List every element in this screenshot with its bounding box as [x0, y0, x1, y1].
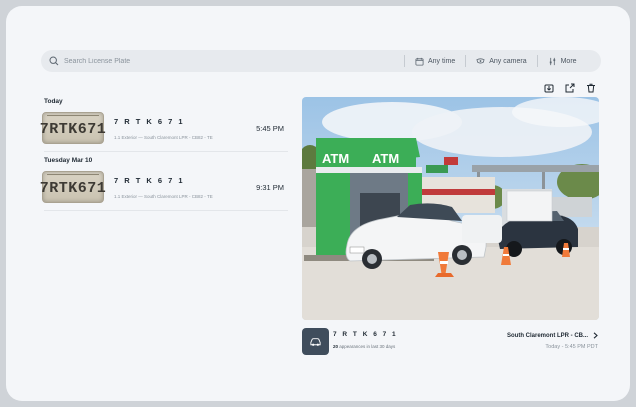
search-icon: [49, 56, 59, 66]
day-label-today: Today: [44, 98, 63, 105]
detail-plate: 7 R T K 6 7 1: [333, 331, 398, 338]
divider: [44, 210, 288, 211]
event-plate: 7 R T K 6 7 1: [114, 116, 185, 126]
download-button[interactable]: [543, 82, 554, 93]
more-filter-label: More: [560, 57, 577, 65]
time-filter[interactable]: Any time: [404, 55, 465, 67]
event-row[interactable]: 7RTK671 7 R T K 6 7 1 1.1 Exterior — Sou…: [39, 168, 288, 206]
camera-filter-label: Any camera: [489, 57, 527, 65]
share-icon: [565, 83, 574, 92]
sliders-icon: [549, 57, 555, 65]
appearance-count: 20 appearances in last 30 days: [333, 344, 395, 349]
car-icon: [310, 338, 321, 346]
plate-thumbnail-text: 7RTK671: [39, 121, 107, 138]
event-plate: 7 R T K 6 7 1: [114, 175, 185, 185]
time-filter-label: Any time: [428, 57, 456, 65]
atm-sign-left: ATM: [322, 151, 349, 166]
detail-toolbar: [543, 82, 596, 93]
atm-sign-right: ATM: [372, 151, 399, 166]
search-bar: Any time Any camera More: [41, 50, 601, 72]
plate-thumbnail: 7RTK671: [39, 171, 107, 203]
divider: [44, 151, 288, 152]
event-location: 1.1 Exterior — South Claremont LPR - CB8…: [114, 134, 213, 140]
more-filter[interactable]: More: [536, 55, 587, 67]
vehicle-thumbnail[interactable]: [302, 328, 329, 355]
plate-thumbnail-text: 7RTK671: [39, 180, 107, 197]
camera-link[interactable]: South Claremont LPR - CB...: [507, 332, 599, 339]
share-button[interactable]: [564, 82, 575, 93]
detail-timestamp: Today - 5:45 PM PDT: [545, 344, 598, 350]
camera-filter[interactable]: Any camera: [465, 55, 536, 67]
camera-icon: [476, 57, 485, 63]
app-window: Any time Any camera More Today 7RTK671: [6, 6, 630, 401]
delete-button[interactable]: [585, 82, 596, 93]
event-row[interactable]: 7RTK671 7 R T K 6 7 1 1.1 Exterior — Sou…: [39, 109, 288, 147]
event-time: 9:31 PM: [256, 182, 284, 192]
calendar-icon: [415, 57, 424, 66]
day-label-tuesday: Tuesday Mar 10: [44, 157, 93, 164]
event-photo[interactable]: ATM ATM: [302, 97, 599, 320]
chevron-right-icon: [593, 332, 598, 339]
camera-name: South Claremont LPR - CB...: [507, 332, 588, 339]
download-icon: [544, 84, 553, 92]
event-time: 5:45 PM: [256, 123, 284, 133]
plate-thumbnail: 7RTK671: [39, 112, 107, 144]
search-input[interactable]: [64, 57, 404, 65]
atm-scene-image: ATM ATM: [302, 97, 599, 320]
trash-icon: [586, 83, 595, 92]
appearance-count-suffix: appearances in last 30 days: [338, 344, 396, 349]
event-location: 1.1 Exterior — South Claremont LPR - CB8…: [114, 193, 213, 199]
